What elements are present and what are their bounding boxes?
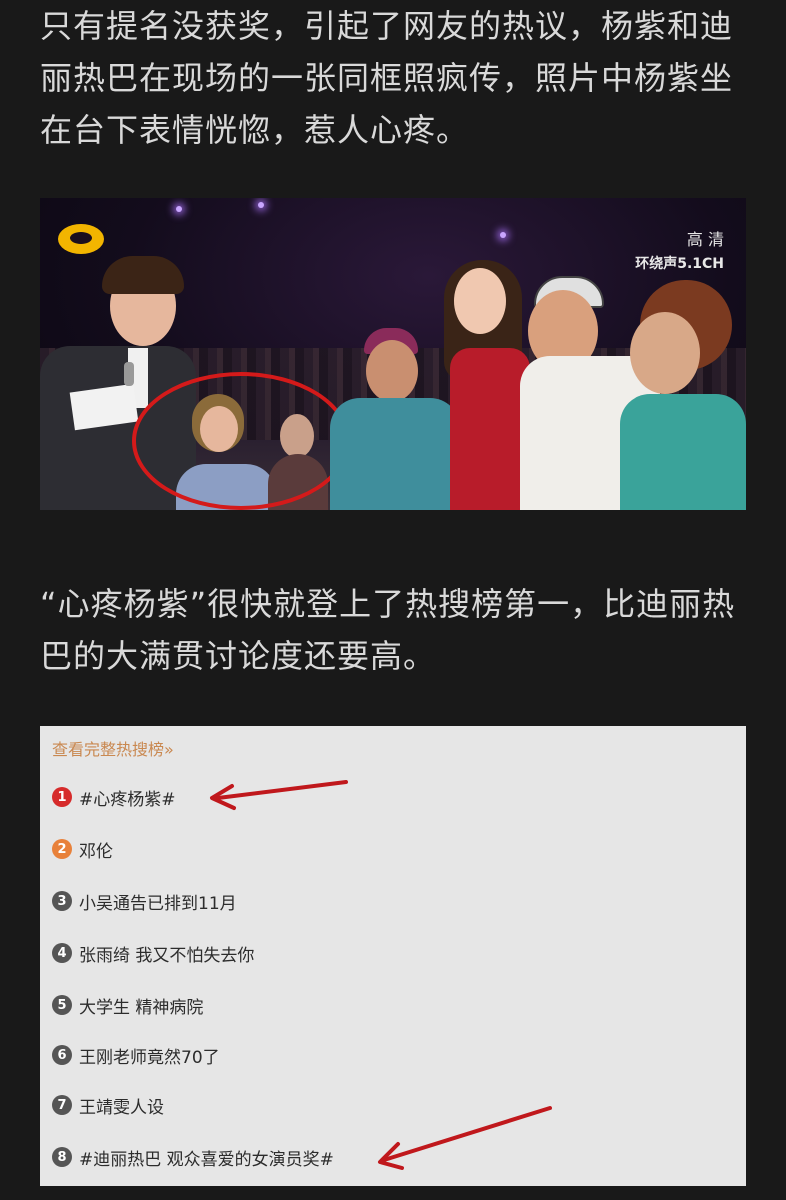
host-hair <box>102 256 184 294</box>
red-arrow-icon <box>378 1106 552 1170</box>
news-photo[interactable]: 高 清 环绕声5.1CH <box>40 198 746 510</box>
rank-badge: 6 <box>52 1045 72 1065</box>
broadcast-quality-label: 高 清 环绕声5.1CH <box>635 228 724 276</box>
hot-search-view-all-link[interactable]: 查看完整热搜榜» <box>52 736 174 760</box>
article-paragraph-1: 只有提名没获奖，引起了网友的热议，杨紫和迪丽热巴在现场的一张同框照疯传，照片中杨… <box>40 7 734 149</box>
performer-right-dress <box>620 394 746 510</box>
stage-light <box>258 202 264 208</box>
rank-badge: 1 <box>52 787 72 807</box>
hot-search-item[interactable]: 6 王刚老师竟然70了 <box>52 1040 220 1070</box>
rank-badge: 4 <box>52 943 72 963</box>
rank-badge: 3 <box>52 891 72 911</box>
stage-light <box>500 232 506 238</box>
hot-search-text: 大学生 精神病院 <box>79 997 204 1018</box>
hot-search-item[interactable]: 3 小吴通告已排到11月 <box>52 886 237 916</box>
rank-badge: 5 <box>52 995 72 1015</box>
actress-dress <box>450 348 530 510</box>
microphone <box>124 362 134 386</box>
rank-badge: 2 <box>52 839 72 859</box>
article-paragraph-2: “心疼杨紫”很快就登上了热搜榜第一，比迪丽热巴的大满贯讨论度还要高。 <box>40 585 736 675</box>
hot-search-text: 王刚老师竟然70了 <box>79 1047 220 1068</box>
hot-search-text: #心疼杨紫# <box>79 789 176 810</box>
performer-head <box>366 340 418 402</box>
hot-search-item[interactable]: 4 张雨绮 我又不怕失去你 <box>52 938 254 968</box>
highlight-circle <box>132 372 350 510</box>
hot-search-text: 小吴通告已排到11月 <box>79 893 237 914</box>
rank-badge: 8 <box>52 1147 72 1167</box>
hot-search-screenshot: 查看完整热搜榜» 1 #心疼杨紫# 2 邓伦 3 小吴通告已排到11月 4 张雨… <box>40 726 746 1186</box>
hot-search-text: #迪丽热巴 观众喜爱的女演员奖# <box>79 1149 334 1170</box>
hot-search-item[interactable]: 5 大学生 精神病院 <box>52 990 203 1020</box>
hd-label: 高 清 <box>686 230 724 249</box>
performer-right-head <box>630 312 700 394</box>
surround-sound-label: 环绕声5.1CH <box>635 256 724 272</box>
hot-search-item[interactable]: 2 邓伦 <box>52 834 113 864</box>
hot-search-text: 邓伦 <box>79 841 113 862</box>
rank-badge: 7 <box>52 1095 72 1115</box>
tv-channel-logo <box>58 224 104 254</box>
hot-search-item[interactable]: 8 #迪丽热巴 观众喜爱的女演员奖# <box>52 1142 334 1172</box>
stage-light <box>176 206 182 212</box>
performer-dress <box>330 398 460 510</box>
hot-search-item[interactable]: 1 #心疼杨紫# <box>52 782 176 812</box>
actress-head <box>454 268 506 334</box>
hot-search-item[interactable]: 7 王靖雯人设 <box>52 1090 164 1120</box>
hot-search-text: 张雨绮 我又不怕失去你 <box>79 945 255 966</box>
hot-search-text: 王靖雯人设 <box>79 1097 164 1118</box>
red-arrow-icon <box>210 780 348 810</box>
